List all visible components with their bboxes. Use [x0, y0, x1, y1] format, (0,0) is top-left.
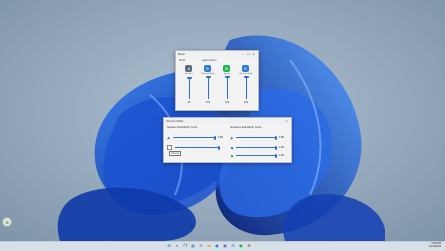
channel-label: Spotify: [223, 73, 231, 75]
edge-icon: ●: [230, 145, 234, 150]
volume-slider-thumb[interactable]: [274, 135, 278, 140]
volume-row: 🔈 100: [167, 135, 227, 140]
channel-value: 100: [243, 101, 249, 104]
right-device-label: Speakers Realtek(R) Audio: [230, 126, 262, 129]
close-icon[interactable]: ×: [284, 119, 289, 124]
volume-slider[interactable]: [236, 145, 278, 150]
chat-icon[interactable]: ✉: [198, 243, 204, 249]
volume-slider-fill: [226, 77, 228, 99]
speaker-icon: ◂: [185, 65, 192, 72]
settings-icon[interactable]: ⚙: [246, 243, 252, 249]
volume-value: 100: [279, 146, 284, 149]
tooltip: Volume: [169, 151, 182, 156]
file-explorer-icon[interactable]: ▬: [206, 243, 212, 249]
task-view-icon[interactable]: ❐: [182, 243, 188, 249]
widgets-icon[interactable]: ▦: [190, 243, 196, 249]
channel-value: 100: [205, 101, 211, 104]
volume-slider-thumb[interactable]: [213, 135, 217, 140]
volume-mixer-title: Volume Mixer: [166, 119, 184, 123]
volume-slider-fill: [245, 77, 247, 99]
spotify-icon[interactable]: ●: [238, 243, 244, 249]
volume-slider-thumb[interactable]: [274, 153, 278, 158]
volume-value: 100: [218, 136, 223, 139]
volume-slider-thumb[interactable]: [224, 75, 230, 79]
balance-slider-thumb[interactable]: [218, 145, 221, 150]
volume-slider-thumb[interactable]: [243, 75, 249, 79]
mixer-channel: e Microsoft Edge 100: [239, 65, 253, 107]
volume-slider-fill: [236, 147, 276, 148]
volume-row: 🔈 100: [230, 135, 288, 140]
volume-slider-thumb[interactable]: [274, 145, 278, 150]
channel-value: 95: [187, 101, 191, 104]
volume-row-static: [167, 145, 225, 150]
channel-label: Microsoft Edge: [239, 73, 253, 75]
volume-slider-fill: [236, 155, 276, 156]
mixer-header-device: Mixer: [179, 59, 186, 62]
clock-date: 1/21/2022: [428, 245, 441, 248]
balance-slider-fill: [175, 147, 219, 148]
edge-icon: e: [242, 65, 249, 72]
volume-row: ● 100: [230, 153, 288, 158]
volume-slider[interactable]: [236, 153, 278, 158]
volume-value: 100: [279, 154, 284, 157]
mixer-titlebar: Mixer – □ ×: [176, 51, 258, 57]
channel-label: Microsoft Edge: [201, 73, 215, 75]
channel-value: 100: [224, 101, 230, 104]
volume-slider-fill: [236, 137, 276, 138]
close-icon[interactable]: ×: [251, 52, 256, 57]
mail-icon[interactable]: ✉: [230, 243, 236, 249]
mixer-channel: e Microsoft Edge 100: [201, 65, 215, 107]
balance-slider[interactable]: [175, 145, 221, 150]
edge-icon[interactable]: ●: [214, 243, 220, 249]
volume-slider-thumb[interactable]: [186, 77, 192, 80]
mute-checkbox[interactable]: [167, 145, 172, 150]
mixer-header-apps: Applications: [202, 59, 217, 62]
mixer-window: Mixer – □ × Mixer Applications ◂ Speaker…: [175, 50, 259, 111]
recycle-bin-icon[interactable]: ♻: [2, 217, 12, 227]
search-icon[interactable]: ⌕: [174, 243, 180, 249]
spotify-icon: ●: [230, 153, 234, 158]
volume-row: ● 100: [230, 145, 288, 150]
volume-slider-thumb[interactable]: [205, 75, 211, 79]
speaker-icon: 🔈: [167, 135, 171, 140]
volume-value: 100: [279, 136, 284, 139]
speaker-icon: 🔈: [230, 135, 234, 140]
system-clock[interactable]: 2:58 PM 1/21/2022: [415, 242, 441, 248]
channel-label: Speakers: [184, 73, 194, 75]
spotify-icon: ≋: [223, 65, 230, 72]
mixer-channel: ≋ Spotify 100: [221, 65, 233, 107]
start-icon[interactable]: ⊞: [166, 243, 172, 249]
mixer-channel: ◂ Speakers 95: [183, 65, 195, 107]
volume-slider-fill: [188, 78, 190, 99]
store-icon[interactable]: ▣: [222, 243, 228, 249]
volume-slider-fill: [173, 137, 215, 138]
edge-icon: e: [204, 65, 211, 72]
volume-slider-fill: [207, 77, 209, 99]
volume-slider[interactable]: [173, 135, 217, 140]
mixer-title: Mixer: [178, 52, 186, 56]
volume-mixer-titlebar: Volume Mixer ×: [164, 118, 291, 124]
volume-mixer-window: Volume Mixer × Speaker Realtek(R) Audio …: [163, 117, 292, 163]
left-device-label: Speaker Realtek(R) Audio: [167, 126, 198, 129]
volume-slider[interactable]: [236, 135, 278, 140]
